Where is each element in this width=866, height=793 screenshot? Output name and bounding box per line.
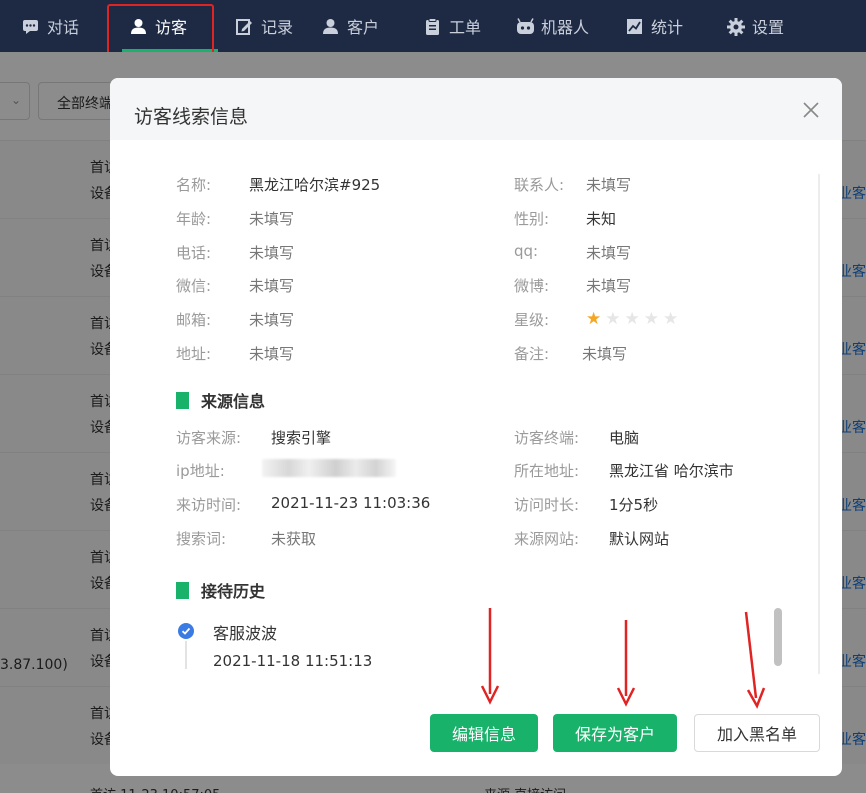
star-icon[interactable]: ★: [625, 311, 640, 328]
contact-value: 未填写: [586, 176, 632, 194]
nav-label-records: 记录: [261, 18, 294, 37]
robot-icon: [516, 17, 534, 35]
field-label: 电话:: [176, 244, 212, 262]
edit-icon: [236, 18, 253, 35]
close-icon[interactable]: [802, 102, 820, 120]
nav-label-robot: 机器人: [541, 18, 590, 37]
history-section-title: 接待历史: [201, 582, 266, 601]
field-label: 访客终端:: [514, 429, 580, 447]
nav-label-tickets: 工单: [449, 18, 482, 37]
field-label: 来源网站:: [514, 530, 580, 548]
field-label: 所在地址:: [514, 462, 580, 480]
visitor-source-value: 搜索引擎: [271, 429, 332, 447]
phone-value: 未填写: [249, 244, 295, 262]
nav-label-stats: 统计: [651, 18, 684, 37]
source-site-value: 默认网站: [609, 530, 670, 548]
field-label: 邮箱:: [176, 311, 212, 329]
dialog-header: 访客线索信息: [110, 78, 842, 140]
field-label: 微博:: [514, 277, 550, 295]
wechat-value: 未填写: [249, 277, 295, 295]
nav-item-customers[interactable]: 客户: [322, 0, 424, 52]
person-icon: [322, 18, 339, 35]
timeline-line: [185, 641, 187, 669]
nav-label-chat: 对话: [47, 18, 80, 37]
star-icon[interactable]: ★: [644, 311, 659, 328]
age-value: 未填写: [249, 210, 295, 228]
history-time: 2021-11-18 11:51:13: [213, 652, 373, 670]
section-marker: [176, 581, 189, 599]
field-label: 联系人:: [514, 176, 565, 194]
chart-icon: [626, 18, 643, 35]
nav-item-stats[interactable]: 统计: [626, 0, 727, 52]
qq-value: 未填写: [586, 244, 632, 262]
source-section-title: 来源信息: [201, 392, 266, 411]
field-label: 年龄:: [176, 210, 212, 228]
ip-address-redacted: [262, 459, 396, 477]
clipboard-icon: [424, 17, 441, 35]
gender-value: 未知: [586, 210, 617, 228]
field-label: 备注:: [514, 345, 550, 363]
field-label: 来访时间:: [176, 496, 242, 514]
nav-item-tickets[interactable]: 工单: [424, 0, 516, 52]
remark-value: 未填写: [582, 345, 628, 363]
field-label: 访客来源:: [176, 429, 242, 447]
visit-time-value: 2021-11-23 11:03:36: [271, 494, 431, 512]
visitor-name-value: 黑龙江哈尔滨#925: [249, 176, 381, 194]
scrollbar-thumb[interactable]: [774, 608, 782, 666]
weibo-value: 未填写: [586, 277, 632, 295]
nav-item-records[interactable]: 记录: [222, 0, 322, 52]
search-term-value: 未获取: [271, 530, 317, 548]
field-label: 访问时长:: [514, 496, 580, 514]
field-label: 性别:: [514, 210, 550, 228]
terminal-value: 电脑: [609, 429, 640, 447]
field-label: 星级:: [514, 311, 550, 329]
location-value: 黑龙江省 哈尔滨市: [609, 462, 734, 480]
star-rating[interactable]: ★ ★ ★ ★ ★: [586, 311, 678, 328]
star-icon[interactable]: ★: [586, 311, 601, 328]
annotation-arrow: [616, 620, 636, 707]
field-label: 地址:: [176, 345, 212, 363]
history-agent-name: 客服波波: [213, 624, 278, 643]
gear-icon: [727, 17, 745, 36]
email-value: 未填写: [249, 311, 295, 329]
annotation-arrow: [744, 611, 766, 709]
scrollbar-track[interactable]: [818, 174, 820, 674]
chat-icon: [22, 18, 39, 35]
field-label: qq:: [514, 242, 539, 260]
star-icon[interactable]: ★: [605, 311, 620, 328]
address-value: 未填写: [249, 345, 295, 363]
nav-label-settings: 设置: [752, 18, 785, 37]
nav-item-settings[interactable]: 设置: [727, 0, 827, 52]
field-label: ip地址:: [176, 462, 225, 480]
field-label: 搜索词:: [176, 530, 227, 548]
save-as-customer-button[interactable]: 保存为客户: [553, 714, 677, 752]
duration-value: 1分5秒: [609, 496, 659, 514]
section-marker: [176, 391, 189, 409]
dialog-title: 访客线索信息: [134, 106, 249, 128]
check-icon: [178, 623, 194, 639]
history-section-header: 接待历史: [176, 578, 265, 602]
nav-label-customers: 客户: [347, 18, 380, 37]
star-icon[interactable]: ★: [663, 311, 678, 328]
nav-item-robot[interactable]: 机器人: [516, 0, 626, 52]
source-section-header: 来源信息: [176, 388, 265, 412]
highlight-annotation-box: [107, 4, 214, 58]
nav-item-chat[interactable]: 对话: [22, 0, 118, 52]
field-label: 名称:: [176, 176, 212, 194]
visitor-info-dialog: 访客线索信息 名称: 黑龙江哈尔滨#925 年龄: 未填写 电话: 未填写 微信…: [110, 78, 842, 776]
annotation-arrow: [480, 608, 500, 705]
field-label: 微信:: [176, 277, 212, 295]
add-to-blacklist-button[interactable]: 加入黑名单: [694, 714, 820, 752]
edit-info-button[interactable]: 编辑信息: [430, 714, 538, 752]
